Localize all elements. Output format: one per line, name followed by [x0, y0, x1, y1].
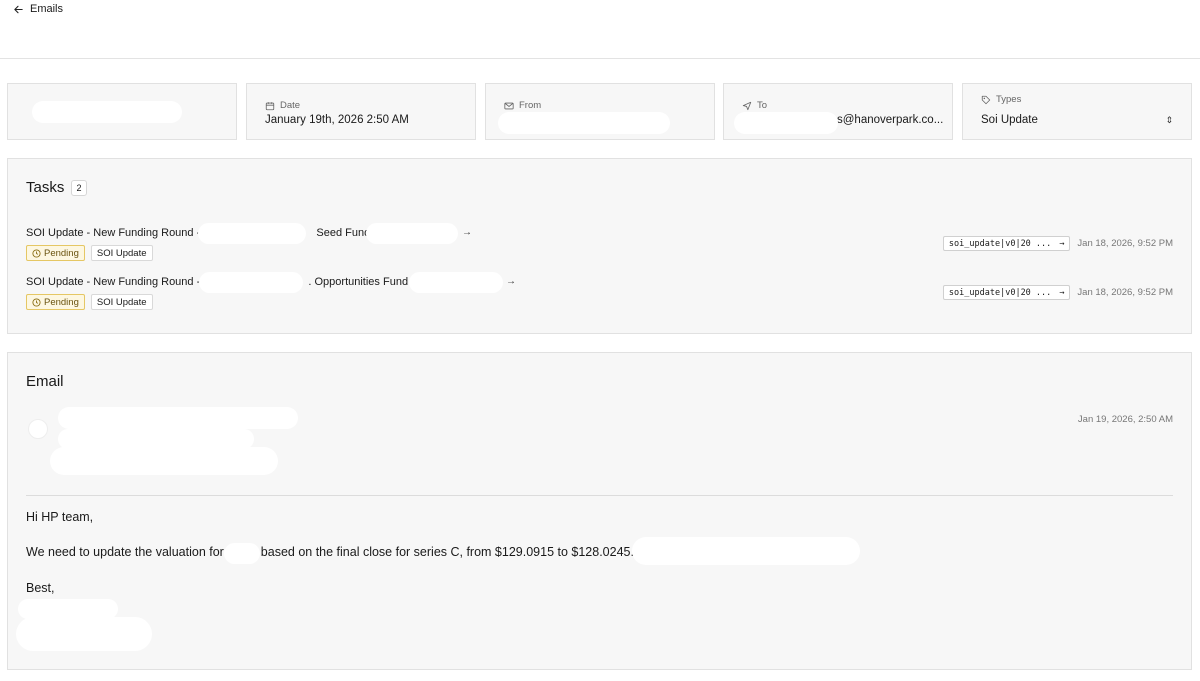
task-code-chip[interactable]: soi_update|v0|20 ... →: [942, 285, 1071, 300]
send-icon: [742, 101, 752, 110]
email-panel: Email Jan 19, 2026, 2:50 AM Hi HP team, …: [7, 352, 1192, 670]
task-row: SOI Update - New Funding Round - Seed Fu…: [26, 223, 1173, 267]
divider: [26, 495, 1173, 496]
avatar: [28, 419, 48, 439]
to-value: s@hanoverpark.co...: [837, 114, 944, 126]
type-badge: SOI Update: [90, 294, 153, 310]
arrow-left-icon: [14, 5, 23, 13]
types-select-value[interactable]: Soi Update: [981, 114, 1038, 126]
redacted-company: [224, 543, 260, 564]
sender-card: [7, 83, 237, 140]
from-card: From: [485, 83, 715, 140]
tag-icon: [981, 95, 991, 104]
redacted-sender: [32, 101, 182, 123]
clock-icon: [32, 248, 41, 258]
tasks-count-badge: 2: [71, 180, 87, 196]
date-value: January 19th, 2026 2:50 AM: [265, 114, 409, 126]
redacted-company: [199, 272, 303, 293]
redacted-company: [198, 223, 306, 244]
task-date: Jan 18, 2026, 9:52 PM: [1077, 238, 1173, 249]
top-bar: Emails: [0, 0, 1200, 59]
back-link-label: Emails: [30, 3, 64, 15]
arrow-right-icon: →: [1059, 287, 1065, 298]
mail-icon: [504, 102, 514, 109]
task-row: SOI Update - New Funding Round - . Oppor…: [26, 272, 1173, 316]
redacted-sender-email: [58, 429, 254, 449]
status-badge: Pending: [26, 245, 85, 261]
redacted-signature: [16, 617, 152, 651]
email-date: Jan 19, 2026, 2:50 AM: [1077, 414, 1173, 425]
redacted-to: [734, 112, 838, 134]
tasks-panel: Tasks 2 SOI Update - New Funding Round -…: [7, 158, 1192, 334]
arrow-right-icon: →: [1059, 238, 1065, 249]
chevron-updown-icon[interactable]: ⇕: [1165, 115, 1173, 126]
redacted-from: [498, 112, 670, 134]
date-label: Date: [280, 100, 301, 111]
to-card: To s@hanoverpark.co...: [723, 83, 953, 140]
email-signoff: Best,: [26, 581, 55, 595]
types-card[interactable]: Types Soi Update ⇕: [962, 83, 1192, 140]
date-card: Date January 19th, 2026 2:50 AM: [246, 83, 476, 140]
email-title: Email: [26, 373, 64, 390]
types-label: Types: [996, 94, 1022, 105]
arrow-right-icon[interactable]: →: [462, 227, 472, 238]
redacted-fund: [366, 223, 458, 244]
email-greeting: Hi HP team,: [26, 510, 94, 524]
email-body: We need to update the valuation for base…: [26, 545, 634, 559]
redacted-link: [632, 537, 860, 565]
task-code-chip[interactable]: soi_update|v0|20 ... →: [942, 236, 1071, 251]
redacted-sender-name: [58, 407, 298, 429]
calendar-icon: [265, 101, 275, 110]
redacted-signature: [18, 599, 118, 619]
clock-icon: [32, 297, 41, 307]
tasks-title: Tasks: [26, 179, 65, 196]
task-date: Jan 18, 2026, 9:52 PM: [1077, 287, 1173, 298]
redacted-fund: [409, 272, 503, 293]
status-badge: Pending: [26, 294, 85, 310]
from-label: From: [519, 100, 542, 111]
arrow-right-icon[interactable]: →: [506, 276, 516, 287]
back-to-emails-link[interactable]: Emails: [13, 3, 63, 15]
redacted-recipients: [50, 447, 278, 475]
to-label: To: [757, 100, 768, 111]
type-badge: SOI Update: [90, 245, 153, 261]
